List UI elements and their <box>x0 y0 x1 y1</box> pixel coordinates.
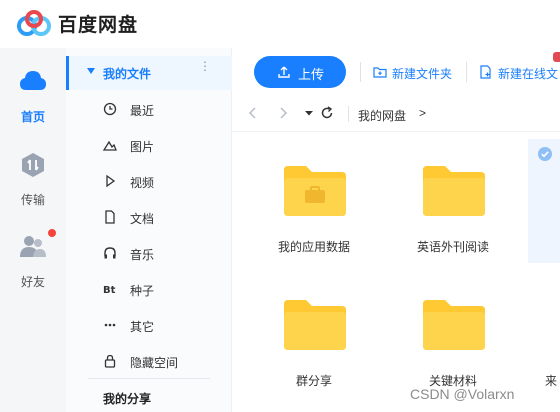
category-label: 种子 <box>130 284 155 298</box>
breadcrumb-my-netdisk[interactable]: 我的网盘 <box>358 107 406 124</box>
category-label: 视频 <box>130 176 155 190</box>
my-shares-title[interactable]: 我的分享 <box>103 390 151 407</box>
play-icon <box>106 174 116 188</box>
category-label: 隐藏空间 <box>130 356 179 370</box>
file-name: 我的应用数据 <box>277 240 350 254</box>
image-icon <box>102 140 117 151</box>
more-dots-icon <box>104 323 116 327</box>
new-folder-label: 新建文件夹 <box>392 67 453 81</box>
category-label: 图片 <box>130 140 155 154</box>
file-item-group-share[interactable]: 群分享 <box>249 298 379 408</box>
upload-icon <box>278 66 290 78</box>
document-icon <box>105 210 115 224</box>
navigation-bar: 我的网盘 > <box>232 96 560 132</box>
category-hidden-space[interactable]: 隐藏空间 <box>66 346 232 376</box>
back-arrow-icon[interactable] <box>244 104 262 122</box>
new-folder-button[interactable]: 新建文件夹 <box>372 62 462 82</box>
category-recent[interactable]: 最近 <box>66 94 232 124</box>
rail-label-home: 首页 <box>20 110 45 124</box>
folder-icon <box>284 300 346 350</box>
bt-icon: Bt <box>103 285 116 296</box>
folder-icon <box>423 166 485 216</box>
file-name: 英语外刊阅读 <box>416 240 489 254</box>
category-torrents[interactable]: Bt 种子 <box>66 274 232 304</box>
forward-arrow-icon[interactable] <box>274 104 292 122</box>
new-folder-icon <box>373 67 387 78</box>
watermark: CSDN @Volarxn <box>410 386 515 402</box>
rail-label-friends: 好友 <box>20 275 45 289</box>
my-files-header[interactable]: 我的文件 ⋮ <box>66 56 232 90</box>
file-item-english-reading[interactable]: 英语外刊阅读 <box>388 164 518 274</box>
rail-label-transfer: 传输 <box>20 193 45 207</box>
category-sidebar: 我的文件 ⋮ 最近 图片 视频 文档 音乐 Bt 种子 其它 隐藏空间 我的分享 <box>66 48 232 412</box>
new-online-doc-button[interactable]: 新建在线文 <box>478 62 560 82</box>
rail-item-transfer[interactable]: 传输 <box>0 151 66 221</box>
new-doc-icon <box>480 65 491 79</box>
file-name: 群分享 <box>295 374 332 388</box>
nav-rail: 首页 传输 好友 <box>0 48 66 412</box>
refresh-icon[interactable] <box>318 104 336 122</box>
friends-icon <box>20 236 46 257</box>
file-item-app-data[interactable]: 我的应用数据 <box>249 164 379 274</box>
category-images[interactable]: 图片 <box>66 130 232 160</box>
headphones-icon <box>104 247 116 259</box>
category-label: 音乐 <box>130 248 155 262</box>
clock-icon <box>103 102 117 116</box>
category-music[interactable]: 音乐 <box>66 238 232 268</box>
transfer-icon <box>22 153 44 177</box>
history-dropdown-icon[interactable] <box>300 104 318 122</box>
category-divider <box>88 378 210 379</box>
category-label: 最近 <box>130 104 155 118</box>
cloud-icon <box>20 71 46 90</box>
folder-icon <box>284 166 346 216</box>
notification-dot <box>48 229 56 237</box>
new-online-doc-label: 新建在线文 <box>498 67 559 81</box>
breadcrumb-divider <box>348 106 349 122</box>
app-header: 百度网盘 <box>0 0 560 48</box>
expand-triangle-icon[interactable] <box>87 68 95 74</box>
toolbar-divider <box>360 62 361 82</box>
app-name: 百度网盘 <box>58 15 139 36</box>
file-item-selected-partial[interactable]: 来 <box>528 139 560 412</box>
partial-badge <box>553 52 560 62</box>
lock-icon <box>104 354 116 368</box>
category-videos[interactable]: 视频 <box>66 166 232 196</box>
my-files-title: 我的文件 <box>103 67 152 81</box>
svg-text:Bt: Bt <box>103 285 116 296</box>
upload-button[interactable]: 上传 <box>254 56 346 88</box>
rail-item-home[interactable]: 首页 <box>0 68 66 138</box>
toolbar-divider <box>466 62 467 82</box>
file-name: 来 <box>545 374 558 388</box>
folder-icon <box>423 300 485 350</box>
category-documents[interactable]: 文档 <box>66 202 232 232</box>
check-circle-icon[interactable] <box>538 147 552 161</box>
breadcrumb-chevron[interactable]: > <box>419 106 426 120</box>
more-options-icon[interactable]: ⋮ <box>199 60 211 72</box>
category-other[interactable]: 其它 <box>66 310 232 340</box>
rail-item-friends[interactable]: 好友 <box>0 233 66 303</box>
category-label: 文档 <box>130 212 155 226</box>
category-label: 其它 <box>130 320 155 334</box>
upload-label: 上传 <box>298 67 325 82</box>
baidu-netdisk-logo-icon <box>17 10 51 36</box>
